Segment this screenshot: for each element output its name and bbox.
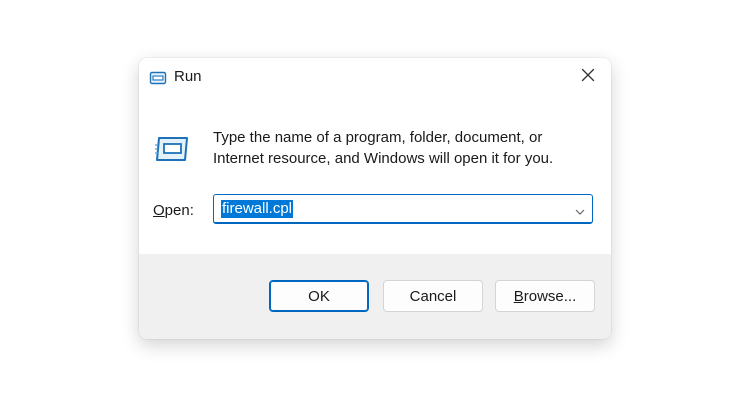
window-title: Run: [174, 68, 202, 85]
chevron-down-icon[interactable]: [574, 204, 586, 215]
browse-label: rowse...: [523, 287, 577, 305]
instruction-text: Type the name of a program, folder, docu…: [213, 127, 593, 169]
title-bar[interactable]: Run: [139, 58, 611, 96]
run-icon: [153, 134, 191, 164]
button-bar: OK Cancel Browse...: [139, 254, 611, 339]
browse-mnemonic: B: [513, 287, 524, 305]
browse-button[interactable]: Browse...: [495, 280, 595, 312]
desktop-background: Run Type the name of a program, folder, …: [0, 0, 750, 400]
open-label-mnemonic: O: [153, 202, 165, 219]
cancel-button[interactable]: Cancel: [383, 280, 483, 312]
instruction-line-2: Internet resource, and Windows will open…: [213, 150, 554, 167]
open-label: Open:: [153, 202, 194, 220]
close-icon: [581, 68, 595, 87]
instruction-line-1: Type the name of a program, folder, docu…: [213, 129, 543, 146]
run-dialog: Run Type the name of a program, folder, …: [139, 58, 611, 339]
open-label-text: pen:: [164, 202, 194, 219]
open-input[interactable]: firewall.cpl: [221, 200, 294, 218]
run-icon: [149, 71, 167, 85]
open-combobox[interactable]: firewall.cpl: [213, 194, 593, 224]
dialog-body: Type the name of a program, folder, docu…: [139, 96, 611, 254]
ok-button[interactable]: OK: [269, 280, 369, 312]
close-button[interactable]: [565, 58, 611, 96]
